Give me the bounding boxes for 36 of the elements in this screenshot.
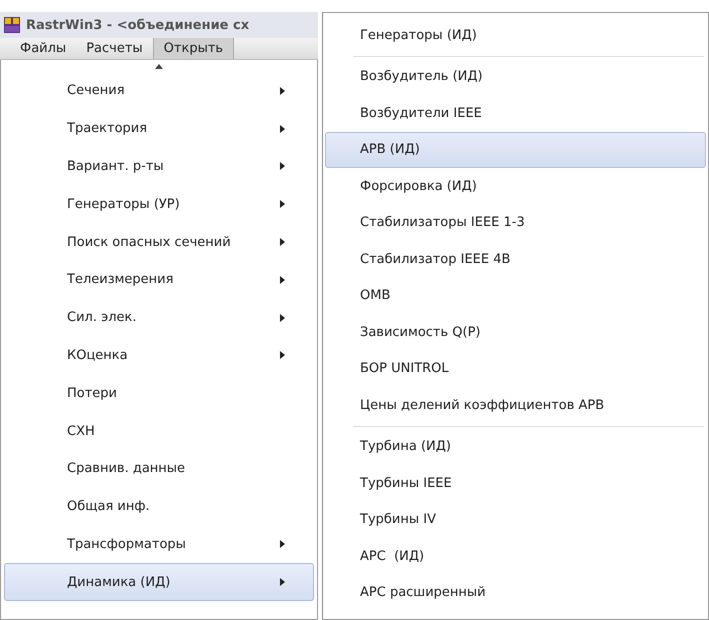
submenu-item[interactable]: Турбина (ИД) [325, 428, 706, 465]
menu-item[interactable]: Сравнив. данные [4, 450, 314, 488]
menu-bar-item[interactable]: Файлы [10, 38, 76, 59]
menu-item[interactable]: Сил. элек. [4, 298, 314, 337]
submenu-item[interactable]: Генераторы (ИД) [325, 17, 706, 54]
submenu-item[interactable]: ОМВ [325, 278, 706, 314]
menu-item[interactable]: Траектория [4, 110, 314, 148]
menu-item[interactable]: Поиск опасных сечений [4, 223, 314, 261]
menu-item[interactable]: Телеизмерения [4, 260, 314, 299]
menu-item[interactable]: Сечения [4, 72, 314, 110]
submenu-item[interactable]: АРС расширенный [325, 574, 706, 611]
menu-item[interactable]: Динамика (ИД) [4, 563, 314, 602]
submenu-item[interactable]: Стабилизаторы IEEE 1-3 [325, 204, 706, 241]
window-title: RastrWin3 - <объединение сх [26, 18, 250, 32]
menu-bar-item[interactable]: Открыть [152, 38, 234, 59]
submenu-item[interactable]: АРВ (ИД) [325, 132, 706, 168]
submenu-item[interactable]: Форсировка (ИД) [325, 168, 706, 204]
app-icon [4, 17, 20, 33]
submenu-item[interactable]: АРС (ИД) [325, 538, 706, 574]
menu-item[interactable]: Генераторы (УР) [4, 185, 314, 224]
menu-item[interactable]: Вариант. р-ты [4, 148, 314, 186]
menu-item[interactable]: КОценка [4, 336, 314, 374]
submenu-item[interactable]: Стабилизатор IEEE 4B [325, 241, 706, 278]
submenu-item[interactable]: Турбины IV [325, 502, 706, 538]
submenu-item[interactable]: Цены делений коэффициентов АРВ [325, 387, 706, 424]
menu-item[interactable]: Общая инф. [4, 488, 314, 526]
submenu-item[interactable]: Зависимость Q(P) [325, 314, 706, 350]
menu-item[interactable]: Трансформаторы [4, 526, 314, 564]
submenu-item[interactable]: Возбудитель (ИД) [325, 58, 706, 95]
menu-item[interactable]: Потери [4, 374, 314, 412]
submenu-item[interactable]: Турбины IEEE [325, 465, 706, 502]
scroll-up-icon[interactable] [155, 64, 163, 68]
menu-bar-item[interactable]: Расчеты [76, 38, 153, 59]
submenu-item[interactable]: Возбудители IEEE [325, 95, 706, 132]
submenu-item[interactable]: БОР UNITROL [325, 350, 706, 387]
menu-item[interactable]: СХН [4, 412, 314, 450]
